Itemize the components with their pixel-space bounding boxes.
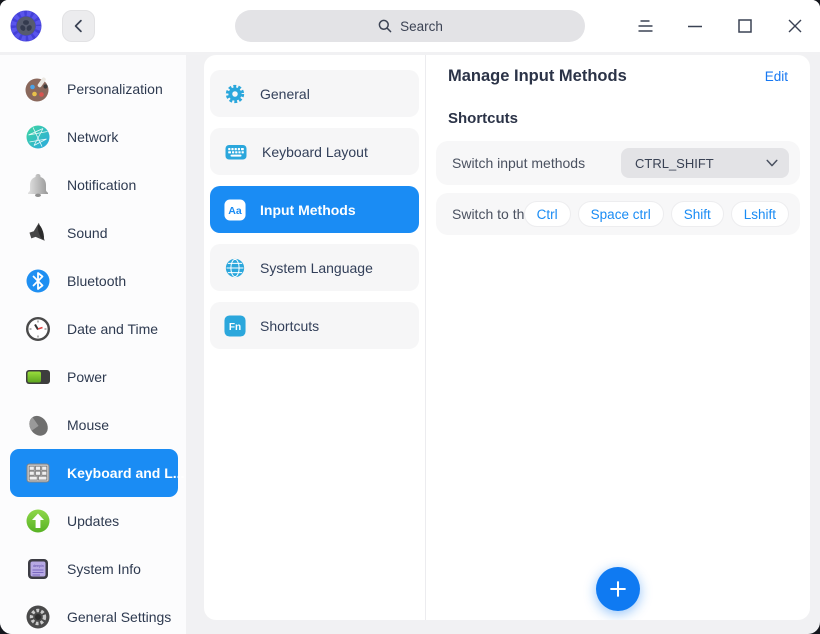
section-item-system-language[interactable]: System Language: [210, 244, 419, 291]
bluetooth-icon: [22, 265, 54, 297]
section-item-label: Input Methods: [260, 202, 356, 218]
sidebar-item-label: Personalization: [67, 81, 163, 97]
edit-link[interactable]: Edit: [765, 69, 788, 84]
aa-icon: Aa: [224, 199, 246, 221]
sidebar-item-label: Date and Time: [67, 321, 158, 337]
sidebar-item-notification[interactable]: Notification: [10, 161, 178, 209]
app-logo-icon: [9, 9, 43, 43]
sidebar-item-label: Updates: [67, 513, 119, 529]
sidebar-item-system-info[interactable]: deepin System Info: [10, 545, 178, 593]
titlebar: Search: [0, 0, 820, 52]
section-item-label: Keyboard Layout: [262, 144, 368, 160]
minimize-button[interactable]: [670, 0, 720, 52]
sidebar-item-label: Power: [67, 369, 107, 385]
sidebar-item-sound[interactable]: Sound: [10, 209, 178, 257]
search-icon: [377, 18, 393, 34]
sidebar-item-label: Network: [67, 129, 118, 145]
sidebar-item-label: Sound: [67, 225, 107, 241]
sidebar-item-label: Mouse: [67, 417, 109, 433]
mouse-icon: [22, 409, 54, 441]
key-tags: Ctrl Space ctrl Shift Lshift: [524, 201, 789, 227]
key-tag-lshift[interactable]: Lshift: [731, 201, 789, 227]
menu-button[interactable]: [620, 0, 670, 52]
section-item-input-methods[interactable]: Aa Input Methods: [210, 186, 419, 233]
sidebar-item-label: General Settings: [67, 609, 171, 625]
add-input-method-button[interactable]: [596, 567, 640, 611]
settings-window: Search: [0, 0, 820, 634]
sidebar-item-bluetooth[interactable]: Bluetooth: [10, 257, 178, 305]
gear-icon: [224, 83, 246, 105]
search-placeholder: Search: [400, 19, 443, 34]
sidebar-item-label: Bluetooth: [67, 273, 126, 289]
switch-input-methods-label: Switch input methods: [452, 155, 621, 171]
plus-icon: [607, 578, 629, 600]
chevron-down-icon: [765, 156, 779, 170]
palette-icon: [22, 73, 54, 105]
page-title: Manage Input Methods: [448, 67, 627, 86]
sidebar-item-personalization[interactable]: Personalization: [10, 65, 178, 113]
window-controls: [620, 0, 820, 52]
maximize-button[interactable]: [720, 0, 770, 52]
section-item-label: System Language: [260, 260, 373, 276]
switch-keys-label: Switch to the...: [452, 206, 524, 222]
sidebar-item-label: Keyboard and L...: [67, 465, 184, 481]
sidebar-item-keyboard-language[interactable]: Keyboard and L...: [10, 449, 178, 497]
maximize-icon: [737, 18, 753, 34]
section-list: General: [204, 55, 426, 620]
panel-header: Manage Input Methods Edit: [436, 64, 800, 88]
sidebar-item-label: System Info: [67, 561, 141, 577]
back-button[interactable]: [62, 10, 95, 42]
section-item-label: Shortcuts: [260, 318, 319, 334]
main-panel: General: [204, 55, 810, 620]
switch-keys-row: Switch to the... Ctrl Space ctrl Shift L…: [436, 193, 800, 235]
content-area: Personalization Network: [0, 52, 820, 634]
sidebar: Personalization Network: [0, 55, 186, 634]
system-info-icon: deepin: [22, 553, 54, 585]
sidebar-item-mouse[interactable]: Mouse: [10, 401, 178, 449]
menu-icon: [637, 19, 654, 33]
fn-glyph: Fn: [229, 322, 241, 333]
key-tag-ctrl[interactable]: Ctrl: [524, 201, 571, 227]
minimize-icon: [687, 18, 703, 34]
sidebar-item-network[interactable]: Network: [10, 113, 178, 161]
shortcuts-heading: Shortcuts: [436, 110, 800, 127]
sidebar-item-general-settings[interactable]: General Settings: [10, 593, 178, 634]
globe-icon: [224, 257, 246, 279]
keyboard-icon: [224, 141, 248, 163]
switch-input-methods-row: Switch input methods CTRL_SHIFT: [436, 141, 800, 185]
section-item-general[interactable]: General: [210, 70, 419, 117]
globe-network-icon: [22, 121, 54, 153]
close-icon: [787, 18, 803, 34]
sidebar-item-label: Notification: [67, 177, 136, 193]
fn-icon: Fn: [224, 315, 246, 337]
battery-icon: [22, 361, 54, 393]
section-item-keyboard-layout[interactable]: Keyboard Layout: [210, 128, 419, 175]
aa-glyph: Aa: [228, 205, 242, 217]
switch-input-methods-select[interactable]: CTRL_SHIFT: [621, 148, 789, 178]
bell-icon: [22, 169, 54, 201]
close-button[interactable]: [770, 0, 820, 52]
section-item-shortcuts[interactable]: Fn Shortcuts: [210, 302, 419, 349]
section-item-label: General: [260, 86, 310, 102]
sidebar-item-power[interactable]: Power: [10, 353, 178, 401]
detail-panel: Manage Input Methods Edit Shortcuts Swit…: [426, 55, 810, 620]
speaker-icon: [22, 217, 54, 249]
search-input[interactable]: Search: [235, 10, 585, 42]
clock-icon: [22, 313, 54, 345]
back-chevron-icon: [63, 10, 94, 42]
select-value: CTRL_SHIFT: [635, 156, 765, 171]
sidebar-item-updates[interactable]: Updates: [10, 497, 178, 545]
sidebar-item-date-time[interactable]: Date and Time: [10, 305, 178, 353]
update-arrow-icon: [22, 505, 54, 537]
svg-text:deepin: deepin: [33, 564, 44, 568]
gear-icon: [22, 601, 54, 633]
keyboard-icon: [22, 457, 54, 489]
key-tag-space-ctrl[interactable]: Space ctrl: [578, 201, 664, 227]
key-tag-shift[interactable]: Shift: [671, 201, 724, 227]
